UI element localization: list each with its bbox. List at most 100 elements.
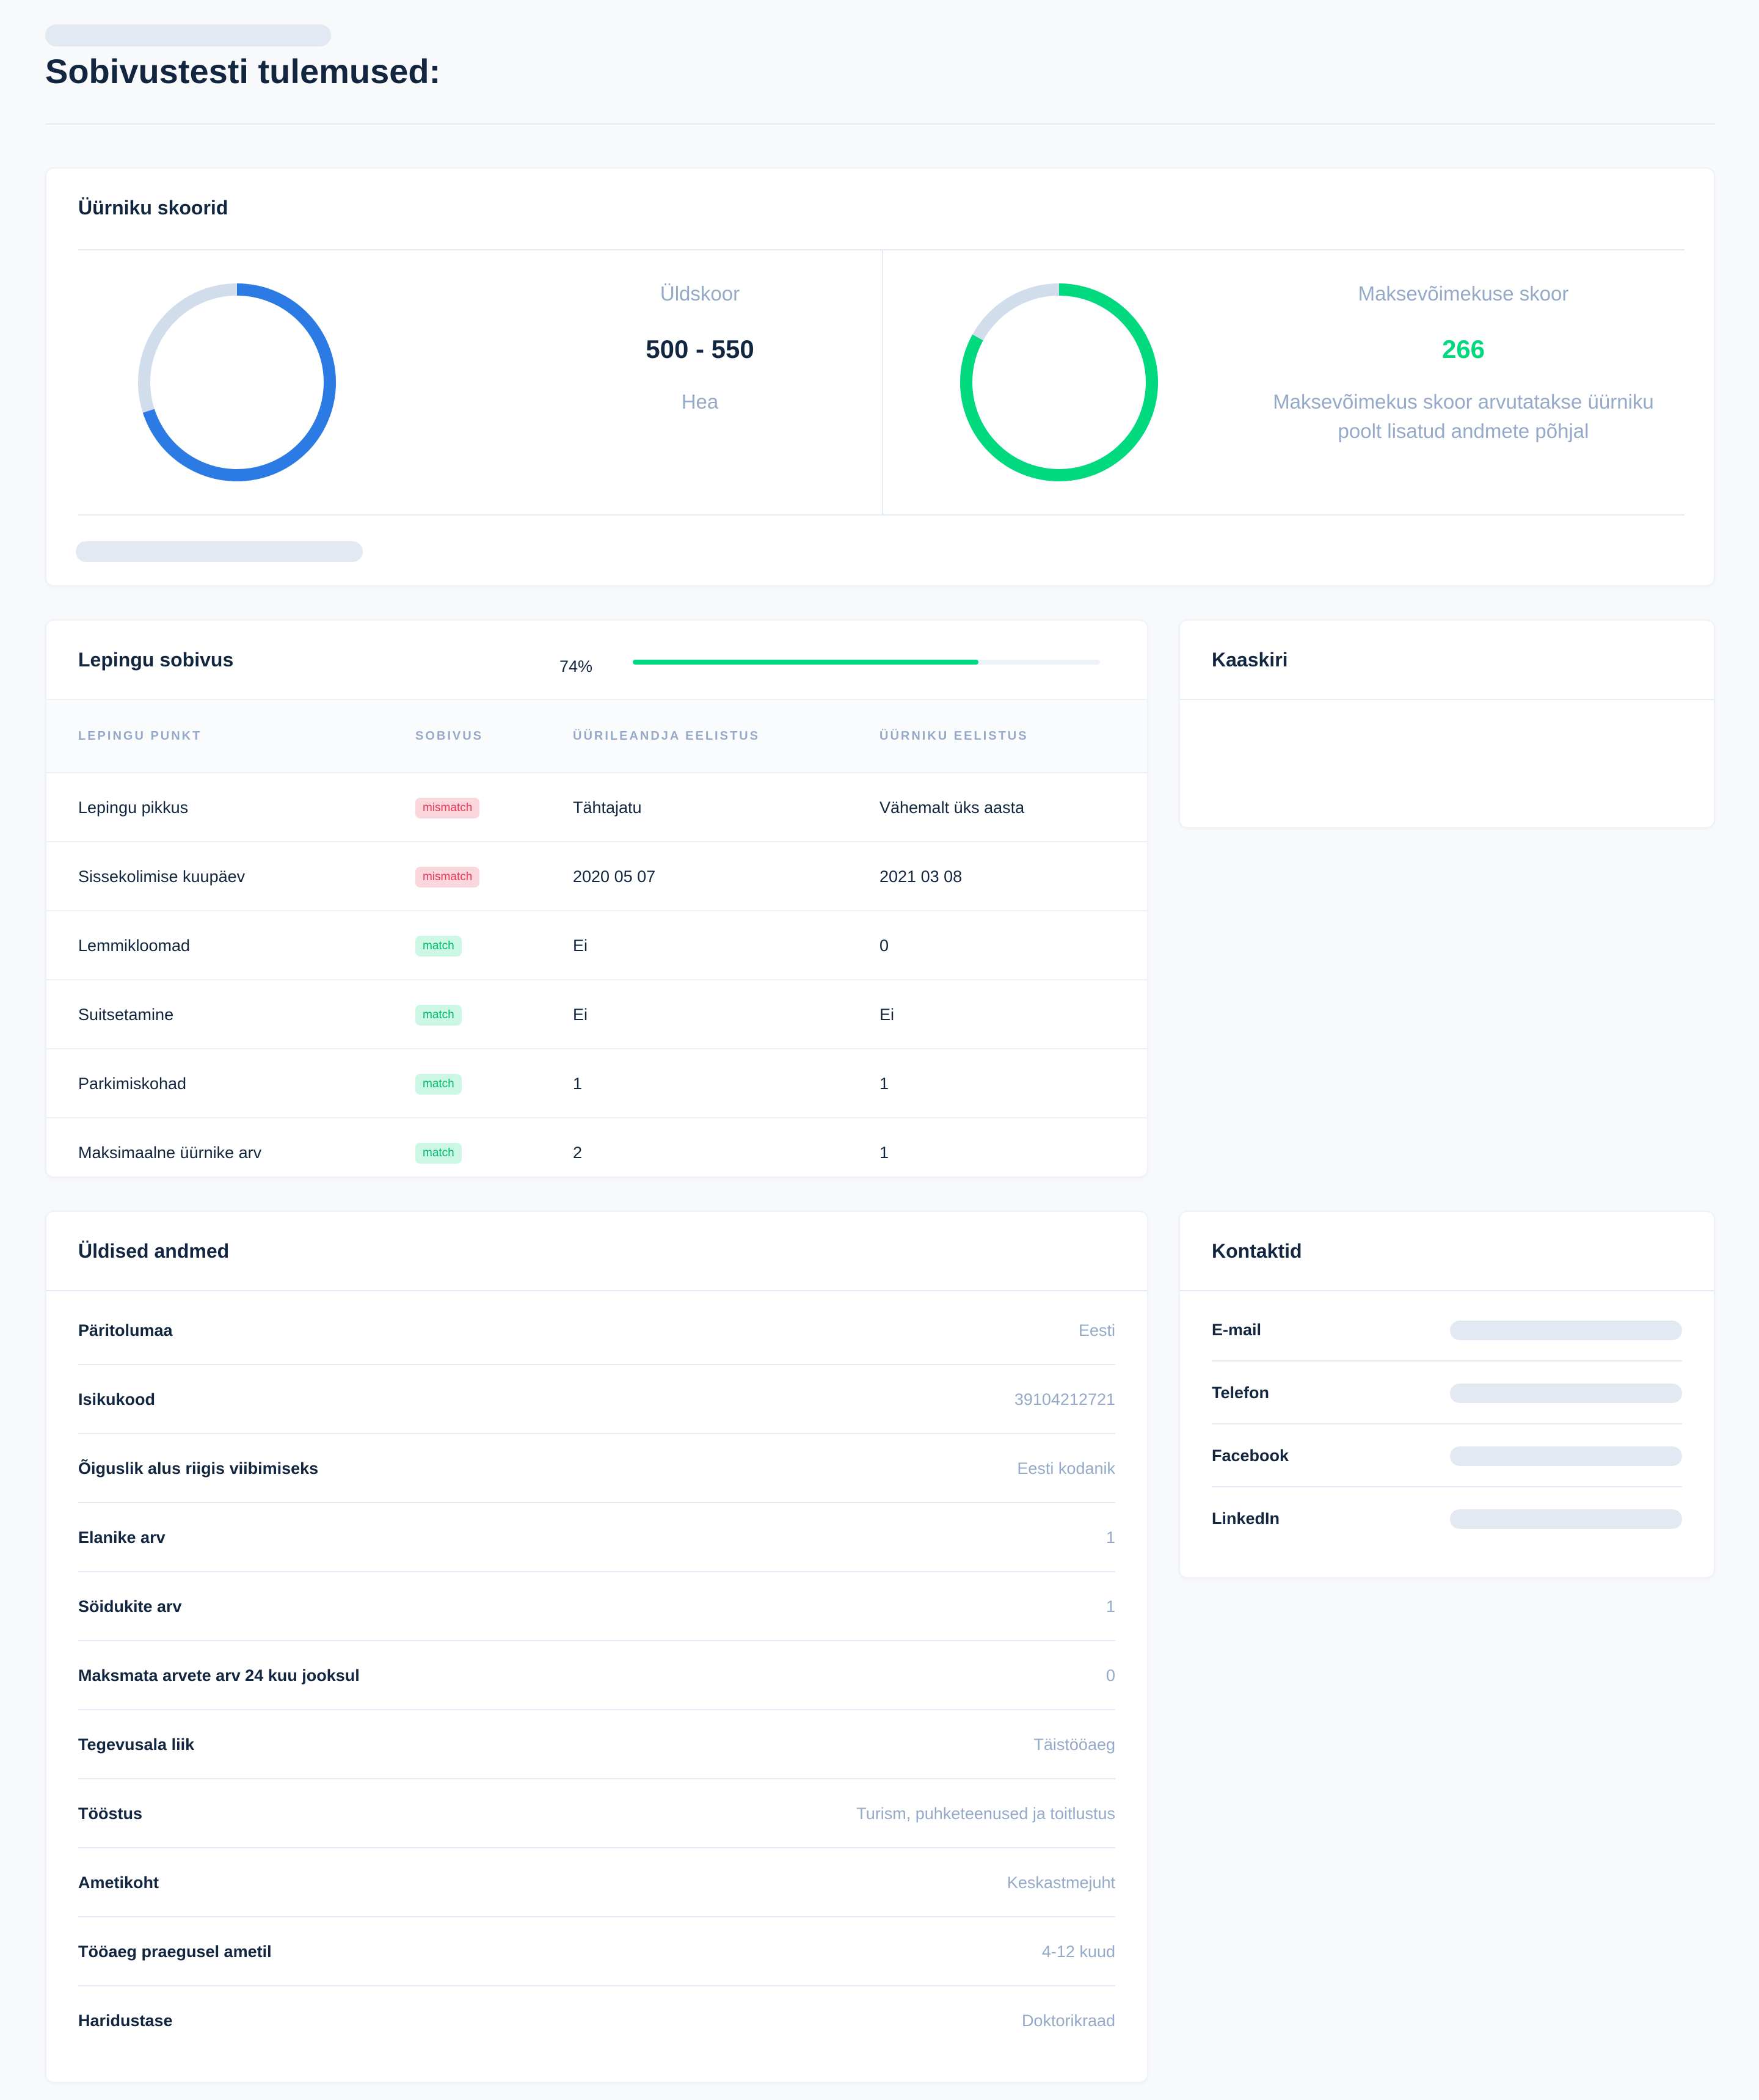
landlord-preference: Tähtajatu [573,798,642,817]
data-label: Tööstus [78,1804,142,1823]
solvency-score-block: Maksevõimekuse skoor 266 Maksevõimekus s… [1231,282,1695,446]
contact-row-facebook: Facebook [1212,1424,1682,1487]
cover-letter-title: Kaaskiri [1212,649,1288,671]
status-badge: match [415,936,462,957]
status-badge: mismatch [415,867,480,888]
contact-value-placeholder [1450,1321,1682,1340]
cover-letter-card: Kaaskiri [1179,619,1715,828]
overall-score-donut [138,283,336,481]
table-row: Maksimaalne üürnike arv match 2 1 [46,1118,1147,1187]
data-value: Turism, puhketeenused ja toitlustus [856,1804,1115,1823]
data-label: Elanike arv [78,1528,166,1547]
list-item: Tööaeg praegusel ametil 4-12 kuud [78,1917,1115,1986]
table-row: Suitsetamine match Ei Ei [46,980,1147,1049]
general-data-title: Üldised andmed [78,1240,230,1262]
status-badge: match [415,1074,462,1095]
list-item: Õiguslik alus riigis viibimiseks Eesti ko… [78,1434,1115,1503]
solvency-score-value: 266 [1441,335,1485,363]
data-value: Eesti [1078,1321,1115,1340]
landlord-preference: Ei [573,936,588,955]
overall-score-label: Üldskoor [660,282,740,305]
contact-label: LinkedIn [1212,1509,1280,1528]
page-title: Sobivustesti tulemused: [45,52,441,90]
contract-match-card: Lepingu sobivus 74% Lepingu punkt Sobivu… [45,619,1148,1178]
contact-value-placeholder [1450,1509,1682,1529]
data-label: Maksmata arvete arv 24 kuu jooksul [78,1666,360,1685]
header-match: Sobivus [415,729,484,743]
contact-row-email: E-mail [1212,1299,1682,1362]
contract-item: Parkimiskohad [78,1074,187,1093]
table-row: Parkimiskohad match 1 1 [46,1049,1147,1118]
tenant-preference: 2021 03 08 [880,867,963,886]
overall-score-rating: Hea [681,390,719,413]
general-data-card: Üldised andmed Päritolumaa Eesti Isikukoo… [45,1211,1148,2083]
table-row: Sissekolimise kuupäev mismatch 2020 05 0… [46,842,1147,911]
status-badge: match [415,1143,462,1164]
tenant-preference: Vähemalt üks aasta [880,798,1025,817]
tenant-preference: Ei [880,1005,895,1024]
scores-card-title: Üürniku skoorid [78,197,228,219]
data-value: Keskastmejuht [1007,1873,1115,1892]
data-label: Isikukood [78,1390,156,1409]
contacts-title: Kontaktid [1212,1240,1302,1262]
table-row: Lemmikloomad match Ei 0 [46,911,1147,980]
solvency-score-label: Maksevõimekuse skoor [1358,282,1569,305]
contract-item: Lemmikloomad [78,936,191,955]
header-contract-item: Lepingu punkt [78,729,202,743]
status-badge: match [415,1005,462,1026]
header-landlord-preference: Üürileandja eelistus [573,729,760,743]
data-value: Täistööaeg [1033,1735,1115,1754]
list-item: Isikukood 39104212721 [78,1365,1115,1434]
list-item: Elanike arv 1 [78,1503,1115,1572]
overall-score-block: Üldskoor 500 - 550 Hea [492,282,908,417]
landlord-preference: 1 [573,1074,583,1093]
general-data-divider [46,1290,1147,1291]
contact-value-placeholder [1450,1446,1682,1466]
contract-item: Suitsetamine [78,1005,174,1024]
scores-top-divider [78,249,1684,250]
data-value: 1 [1105,1597,1115,1616]
contract-match-progress-bar [633,660,1100,665]
contract-match-percent: 74% [559,657,593,676]
header-divider [45,123,1715,125]
data-value: Doktorikraad [1021,2011,1115,2030]
data-label: Söidukite arv [78,1597,182,1616]
scores-footer-placeholder [76,541,363,562]
contacts-card: Kontaktid E-mail Telefon Facebook Linked… [1179,1211,1715,1578]
contract-item: Lepingu pikkus [78,798,189,817]
scores-bottom-divider [78,514,1684,516]
contract-table-header: Lepingu punkt Sobivus Üürileandja eelist… [46,699,1147,773]
header-tenant-preference: Üürniku eelistus [880,729,1029,743]
contract-item: Sissekolimise kuupäev [78,867,246,886]
list-item: Haridustase Doktorikraad [78,1986,1115,2055]
data-label: Tööaeg praegusel ametil [78,1942,272,1961]
status-badge: mismatch [415,798,480,818]
tenant-preference: 1 [880,1143,889,1162]
contact-label: E-mail [1212,1321,1262,1339]
data-value: Eesti kodanik [1017,1459,1115,1478]
landlord-preference: 2020 05 07 [573,867,656,886]
data-value: 0 [1105,1666,1115,1685]
data-value: 39104212721 [1014,1390,1115,1409]
scores-card: Üürniku skoorid Üldskoor 500 - 550 Hea M… [45,167,1715,586]
list-item: Tööstus Turism, puhketeenused ja toitlust… [78,1779,1115,1848]
breadcrumb-placeholder [45,24,331,46]
contact-row-linkedin: LinkedIn [1212,1487,1682,1550]
tenant-preference: 0 [880,936,889,955]
data-label: Haridustase [78,2011,173,2030]
list-item: Söidukite arv 1 [78,1572,1115,1641]
list-item: Päritolumaa Eesti [78,1296,1115,1365]
data-label: Tegevusala liik [78,1735,195,1754]
landlord-preference: 2 [573,1143,583,1162]
data-label: Päritolumaa [78,1321,173,1340]
contacts-divider [1180,1290,1714,1291]
data-label: Õiguslik alus riigis viibimiseks [78,1459,319,1478]
contract-match-progress-fill [633,660,979,665]
cover-letter-divider [1180,699,1714,700]
tenant-preference: 1 [880,1074,889,1093]
solvency-score-donut [960,283,1158,481]
contact-label: Telefon [1212,1384,1269,1402]
list-item: Tegevusala liik Täistööaeg [78,1710,1115,1779]
overall-score-value: 500 - 550 [646,335,754,363]
list-item: Maksmata arvete arv 24 kuu jooksul 0 [78,1641,1115,1710]
